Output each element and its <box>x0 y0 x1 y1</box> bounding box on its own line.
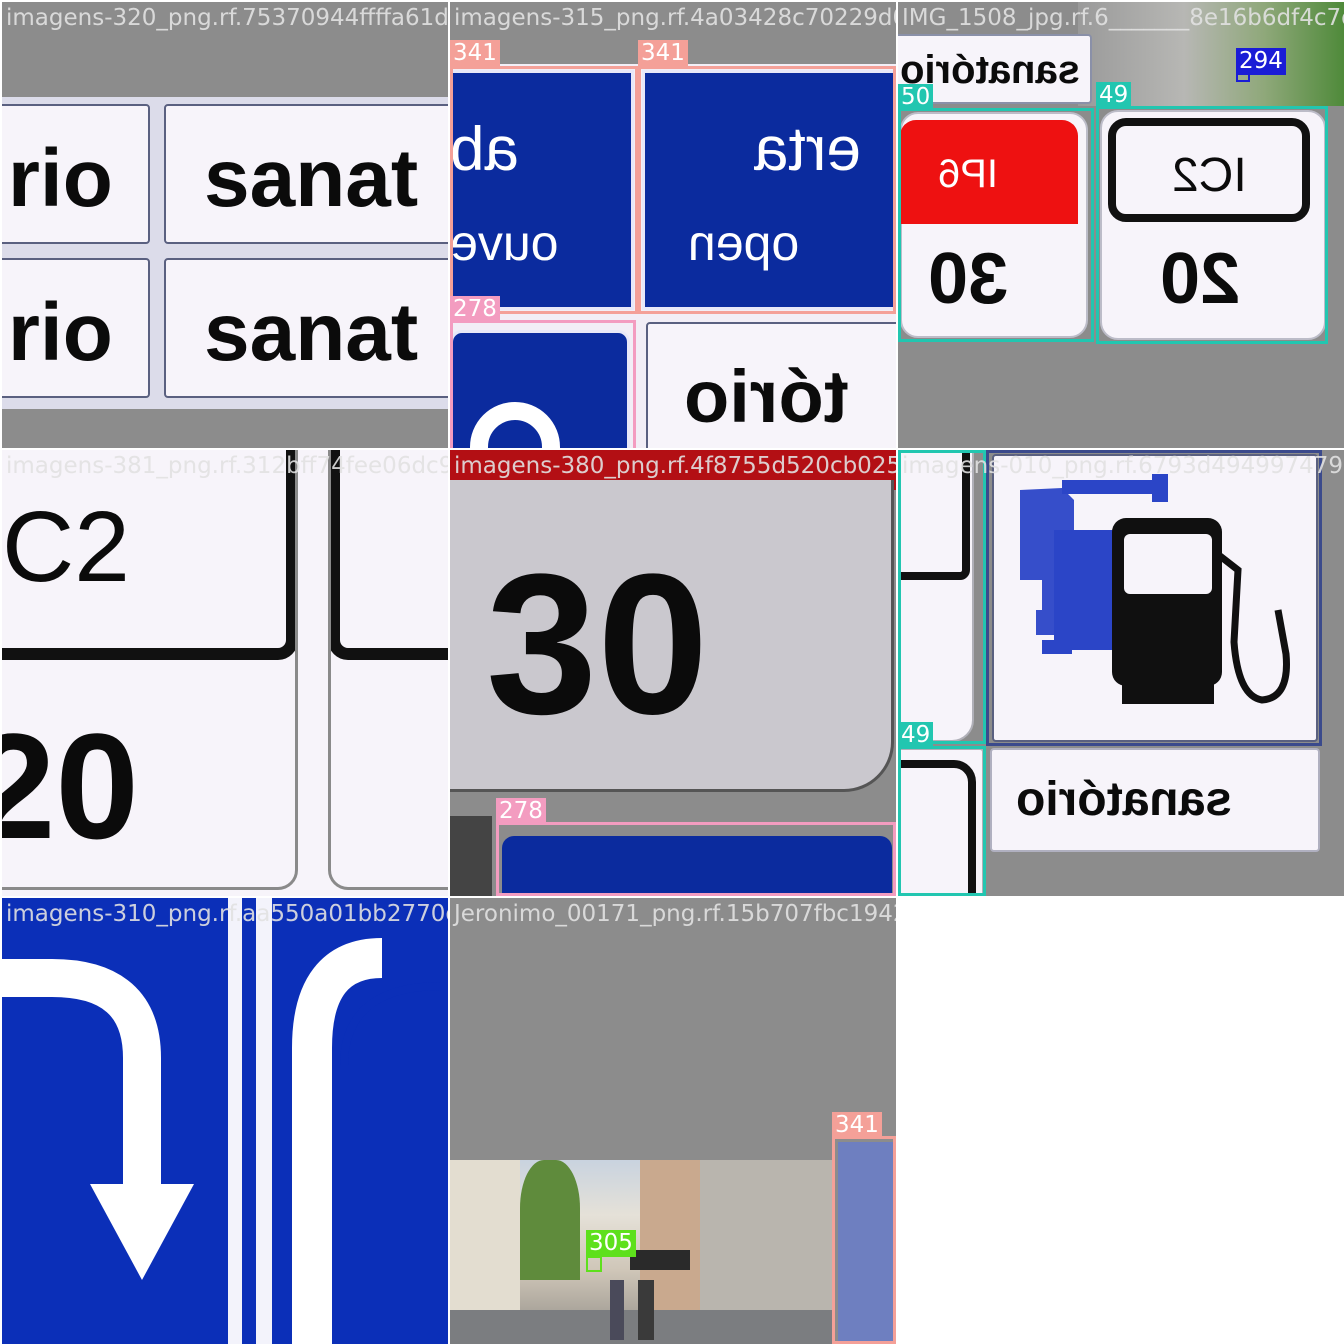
class-label: 305 <box>586 1230 636 1257</box>
mosaic-tile-8: 341 305 Jeronimo_00171_png.rf.15b707fbc1… <box>450 898 896 1344</box>
sign-text: C2 <box>2 491 130 603</box>
u-turn-arrow-icon <box>2 938 443 1344</box>
bounding-box <box>450 66 638 314</box>
bounding-box <box>1096 106 1328 344</box>
class-label: 341 <box>832 1112 882 1139</box>
sign-text: sanat <box>204 287 419 378</box>
sign-text: rio <box>8 287 113 378</box>
class-label: 49 <box>898 722 934 749</box>
mosaic-tile-1: imagens-320_png.rf.75370944ffffa61d11f9d… <box>2 2 448 448</box>
panel-edge <box>328 450 448 890</box>
class-label: 341 <box>638 40 688 67</box>
mosaic-tile-2: ab ouve erta open tório 341 341 278 imag… <box>450 2 896 448</box>
sign-text: 20 <box>2 702 139 870</box>
class-label: 50 <box>898 84 934 111</box>
sign-text: rio <box>8 133 113 224</box>
mosaic-tile-7: imagens-310_png.rf.aa550a01bb2770d5d27a7 <box>2 898 448 1344</box>
bounding-box <box>898 450 986 744</box>
street-photo <box>450 1160 832 1344</box>
class-label: 341 <box>450 40 500 67</box>
mosaic-tile-4: C2 20 imagens-381_png.rf.312bff74fee06dc… <box>2 450 448 896</box>
bounding-box <box>898 746 986 896</box>
mosaic-tile-5: 30 278 imagens-380_png.rf.4f8755d520cb02… <box>450 450 896 896</box>
bounding-box <box>898 108 1094 342</box>
bounding-box <box>638 66 896 314</box>
class-label: 49 <box>1096 82 1132 109</box>
sign-text: sanat <box>204 133 419 224</box>
sign-text: sanatório <box>1016 773 1233 826</box>
sign-text: 30 <box>486 533 709 756</box>
tile-filename: imagens-315_png.rf.4a03428c70229d09f1c7d <box>454 5 896 31</box>
class-label: 294 <box>1236 48 1286 75</box>
class-label: 278 <box>450 296 500 323</box>
bounding-box <box>986 450 1322 746</box>
bounding-box <box>586 1256 602 1272</box>
sign-text: tório <box>684 355 849 438</box>
class-label: 278 <box>496 798 546 825</box>
mosaic-tile-6: sanatório 49 152 49 imagens-010_png.rf.6… <box>898 450 1344 896</box>
class-label: 49 <box>898 450 934 453</box>
bounding-box <box>496 822 896 896</box>
dark-block <box>450 816 492 896</box>
class-label: 152 <box>986 450 1036 453</box>
tile-filename: Jeronimo_00171_png.rf.15b707fbc1942035de <box>454 901 896 927</box>
bounding-box <box>450 320 636 448</box>
tile-filename: imagens-320_png.rf.75370944ffffa61d11f9d… <box>6 5 448 31</box>
bounding-box <box>832 1136 896 1344</box>
mosaic-tile-3: sanatório IP6 30 IC2 20 294 50 49 IMG_15… <box>898 2 1344 448</box>
